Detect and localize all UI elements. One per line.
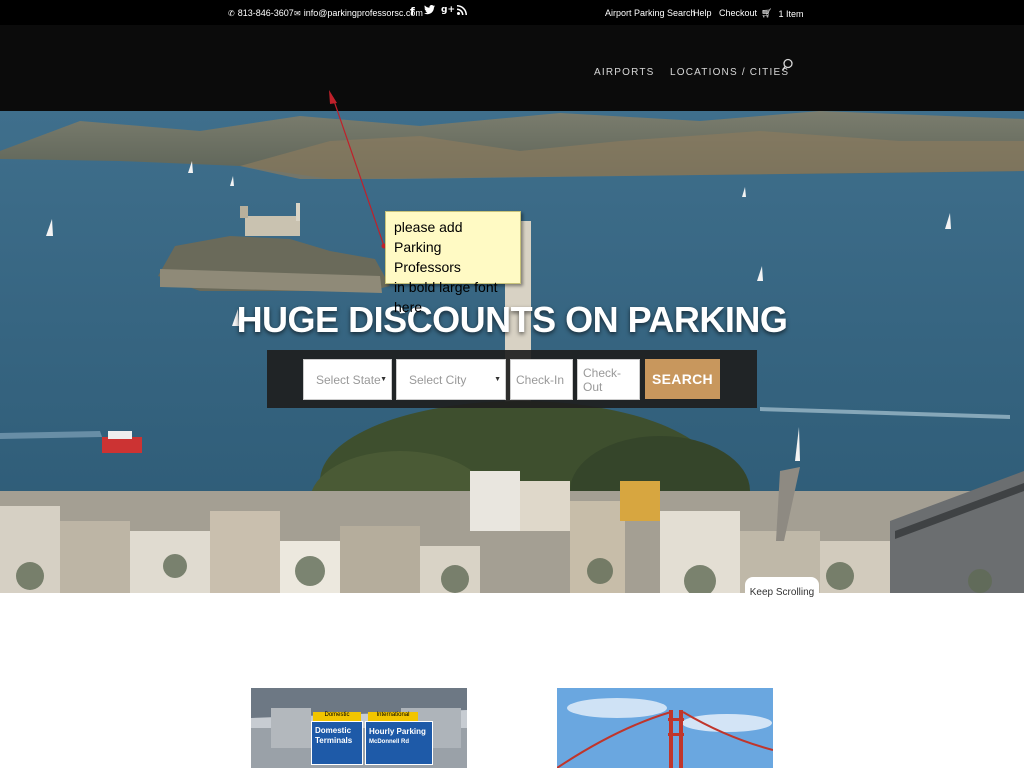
email-contact[interactable]: ✉ info@parkingprofessorsc.com	[294, 8, 423, 18]
nav-airports[interactable]: AIRPORTS	[594, 67, 655, 78]
sign-line: Terminals	[315, 736, 353, 745]
domestic-tag: Domestic	[313, 712, 361, 721]
cart-count: 1 Item	[778, 8, 804, 19]
keep-scrolling-tab[interactable]: Keep Scrolling	[745, 577, 819, 607]
twitter-icon[interactable]	[424, 5, 435, 18]
google-plus-icon[interactable]: g+	[441, 5, 455, 15]
check-in-placeholder: Check-In	[516, 372, 565, 387]
sign-line: Domestic	[315, 726, 352, 735]
annotation-line: please add	[394, 219, 463, 235]
search-icon[interactable]	[782, 58, 796, 72]
international-tag: International	[368, 712, 418, 721]
golden-gate-card[interactable]	[557, 688, 773, 768]
domestic-terminals-sign: Domestic Terminals	[311, 721, 363, 765]
nav-locations-cities[interactable]: LOCATIONS / CITIES	[670, 67, 789, 78]
cart-icon: 🛒︎	[761, 8, 773, 18]
help-link[interactable]: Help	[693, 8, 712, 18]
hero-section: HUGE DISCOUNTS ON PARKING Select State ▼…	[0, 111, 1024, 593]
phone-contact[interactable]: ✆ 813-846-3607	[228, 8, 294, 18]
phone-number: 813-846-3607	[237, 8, 294, 18]
annotation-note: please add Parking Professors in bold la…	[385, 211, 521, 315]
main-header: AIRPORTS LOCATIONS / CITIES	[0, 25, 1024, 111]
golden-gate-card-image	[557, 688, 773, 768]
annotation-line: Parking Professors	[394, 239, 461, 275]
annotation-line: in bold large font here	[394, 279, 498, 315]
sign-line: McDonnell Rd	[369, 739, 409, 745]
parking-search-bar: Select State ▼ Select City ▼ Check-In Ch…	[267, 350, 757, 408]
check-out-placeholder: Check-Out	[583, 365, 622, 394]
city-select[interactable]: Select City ▼	[396, 359, 506, 400]
chevron-down-icon: ▼	[380, 376, 387, 383]
airport-parking-search-link[interactable]: Airport Parking Search	[605, 8, 696, 18]
airport-card[interactable]: Domestic International Domestic Terminal…	[251, 688, 467, 768]
facebook-icon[interactable]: f	[410, 5, 415, 18]
search-button[interactable]: SEARCH	[645, 359, 720, 399]
sign-line: Hourly Parking	[369, 727, 426, 736]
phone-icon: ✆	[228, 8, 235, 18]
hourly-parking-sign: Hourly Parking McDonnell Rd	[365, 721, 433, 765]
cart-link[interactable]: 🛒︎ 1 Item	[761, 8, 803, 19]
check-in-input[interactable]: Check-In	[510, 359, 573, 400]
checkout-link[interactable]: Checkout	[719, 8, 757, 18]
chevron-down-icon: ▼	[494, 376, 501, 383]
top-bar: ✆ 813-846-3607 ✉ info@parkingprofessorsc…	[0, 0, 1024, 25]
state-select-placeholder: Select State	[316, 372, 381, 387]
rss-icon[interactable]	[457, 5, 467, 18]
email-address: info@parkingprofessorsc.com	[303, 8, 423, 18]
hero-title: HUGE DISCOUNTS ON PARKING	[236, 299, 788, 340]
state-select[interactable]: Select State ▼	[303, 359, 392, 400]
city-select-placeholder: Select City	[409, 372, 467, 387]
check-out-input[interactable]: Check-Out	[577, 359, 640, 400]
email-icon: ✉	[294, 8, 301, 18]
